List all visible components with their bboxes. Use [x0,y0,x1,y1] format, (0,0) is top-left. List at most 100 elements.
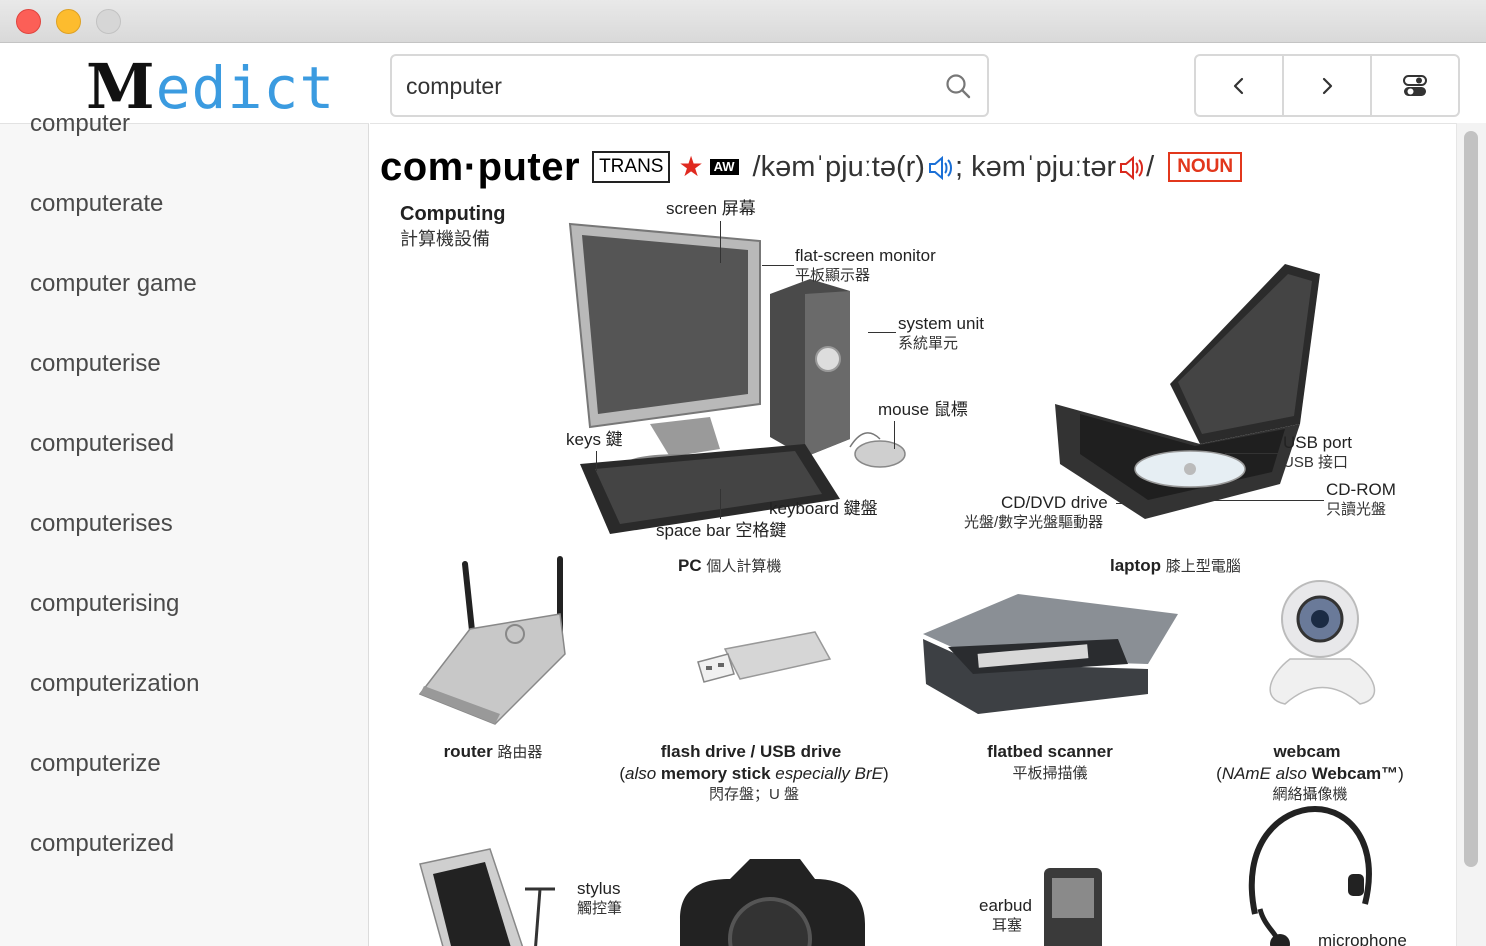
webcam-note-brand: Webcam™ [1306,764,1399,783]
label-scanner: flatbed scanner [987,742,1113,761]
leader-line [868,332,896,333]
leader-line [720,489,721,519]
pron-separator: ; [954,150,972,183]
minimize-window-button[interactable] [56,9,81,34]
label-screen: screen 屏幕 [666,199,756,218]
title-bar [0,0,1486,43]
back-button[interactable] [1196,56,1284,115]
label-usb-port: USB port [1283,433,1352,452]
label-cd-dvd: CD/DVD drive [1001,493,1108,512]
webcam-note-close: ) [1398,764,1404,783]
close-window-button[interactable] [16,9,41,34]
label-webcam: webcam [1273,742,1341,761]
label-system-unit-cjk: 系統單元 [898,335,959,352]
label-webcam-note: (NAmE also Webcam™) [1216,764,1404,784]
label-system-unit: system unit [898,314,984,333]
label-keyboard: keyboard 鍵盤 [769,499,878,518]
pron-end: / [1146,150,1155,183]
label-router-cjk: 路由器 [497,744,543,761]
word-list-item[interactable]: computer [0,106,369,186]
label-scanner-cjk: 平板掃描儀 [1012,765,1088,782]
academic-word-badge: AW [709,159,739,175]
label-stylus-cjk: 觸控筆 [577,900,623,917]
content-scrollbar[interactable] [1456,123,1486,946]
settings-toggle-button[interactable] [1372,56,1458,115]
headset-illustration [1248,805,1372,946]
label-earbud: earbud [979,896,1032,915]
webcam-note-name: NAmE also [1221,764,1307,783]
word-list-item[interactable]: computerising [0,586,369,666]
search-icon[interactable] [945,73,971,99]
label-earbud-cjk: 耳塞 [992,917,1023,934]
leader-line [596,451,597,471]
label-router-text: router [443,742,493,761]
flash-note-especially: especially BrE [775,764,883,783]
chevron-right-icon [1322,77,1333,94]
pron-br: /kəmˈpjuːtə(r) [752,150,925,183]
label-pc: PC 個人計算機 [678,556,781,577]
word-list-item[interactable]: computerize [0,746,369,826]
leader-line [1200,500,1324,501]
star-icon: ★ [678,151,704,182]
tablet-illustration [419,848,555,946]
label-laptop: laptop 膝上型電腦 [1110,556,1241,577]
word-list-item[interactable]: computerises [0,506,369,586]
leader-line [894,421,895,449]
word-list-item[interactable]: computer game [0,266,369,346]
flash-note-memory-stick: memory stick [656,764,776,783]
label-space-bar: space bar 空格鍵 [656,521,787,540]
part-of-speech-badge: NOUN [1168,152,1243,182]
illustration-title-cjk: 計算機設備 [400,229,490,249]
word-list-item[interactable]: computerise [0,346,369,426]
speaker-us-icon[interactable] [1118,154,1146,182]
label-cd-rom-cjk: 只讀光盤 [1326,501,1387,518]
toggle-icon [1403,74,1427,96]
word-list-item[interactable]: computerate [0,186,369,266]
label-pc-text: PC [678,556,702,575]
label-laptop-text: laptop [1110,556,1161,575]
app-window: Medict computer computerate computer gam… [0,0,1486,946]
router-illustration [410,554,590,729]
label-usb-port-cjk: USB 接口 [1283,454,1349,471]
label-pc-cjk: 個人計算機 [706,558,782,575]
webcam-illustration [1269,580,1376,705]
entry-header: com·puter TRANS ★ AW /kəmˈpjuːtə(r); kəm… [380,142,1243,192]
zoom-window-button[interactable] [96,9,121,34]
trans-button[interactable]: TRANS [592,151,671,183]
word-list-item[interactable]: computerized [0,826,369,906]
navigation-buttons [1194,54,1460,117]
label-laptop-cjk: 膝上型電腦 [1165,558,1241,575]
leader-line [720,221,721,263]
music-player-illustration [1044,868,1102,946]
illustration: Computing 計算機設備 screen 屏幕 flat-screen mo… [370,199,1456,946]
word-list-item[interactable]: computerization [0,666,369,746]
word-list-item[interactable]: computerised [0,426,369,506]
label-monitor-cjk: 平板顯示器 [795,267,871,284]
label-mouse: mouse 鼠標 [878,400,968,419]
headword: com·puter [380,144,581,189]
label-stylus: stylus [577,879,621,898]
word-list: computer computerate computer game compu… [0,110,369,925]
flash-note-close: ) [882,764,889,783]
flash-note-also: also [625,764,657,783]
scanner-illustration [923,594,1178,714]
leader-line [762,265,794,266]
label-flash-drive-cjk: 閃存盤；U 盤 [708,786,800,803]
sidebar: Medict computer computerate computer gam… [0,44,369,946]
laptop-illustration [1055,264,1320,519]
label-cd-rom: CD-ROM [1326,480,1396,499]
label-cd-dvd-cjk: 光盤/數字光盤驅動器 [964,514,1104,531]
label-router: router 路由器 [444,742,543,763]
label-webcam-cjk: 網絡攝像機 [1272,786,1348,803]
entry-content: com·puter TRANS ★ AW /kəmˈpjuːtə(r); kəm… [370,123,1456,946]
scroll-thumb[interactable] [1464,131,1478,867]
speaker-br-icon[interactable] [927,154,955,182]
illustration-title: Computing [400,203,506,225]
search-input[interactable] [406,66,926,106]
pron-us: kəmˈpjuːtər [971,150,1117,183]
search-box [390,54,989,117]
label-microphone: microphone [1318,931,1407,946]
label-flash-drive-note: (also memory stick especially BrE) [619,764,888,784]
forward-button[interactable] [1284,56,1372,115]
leader-line [1116,503,1156,504]
